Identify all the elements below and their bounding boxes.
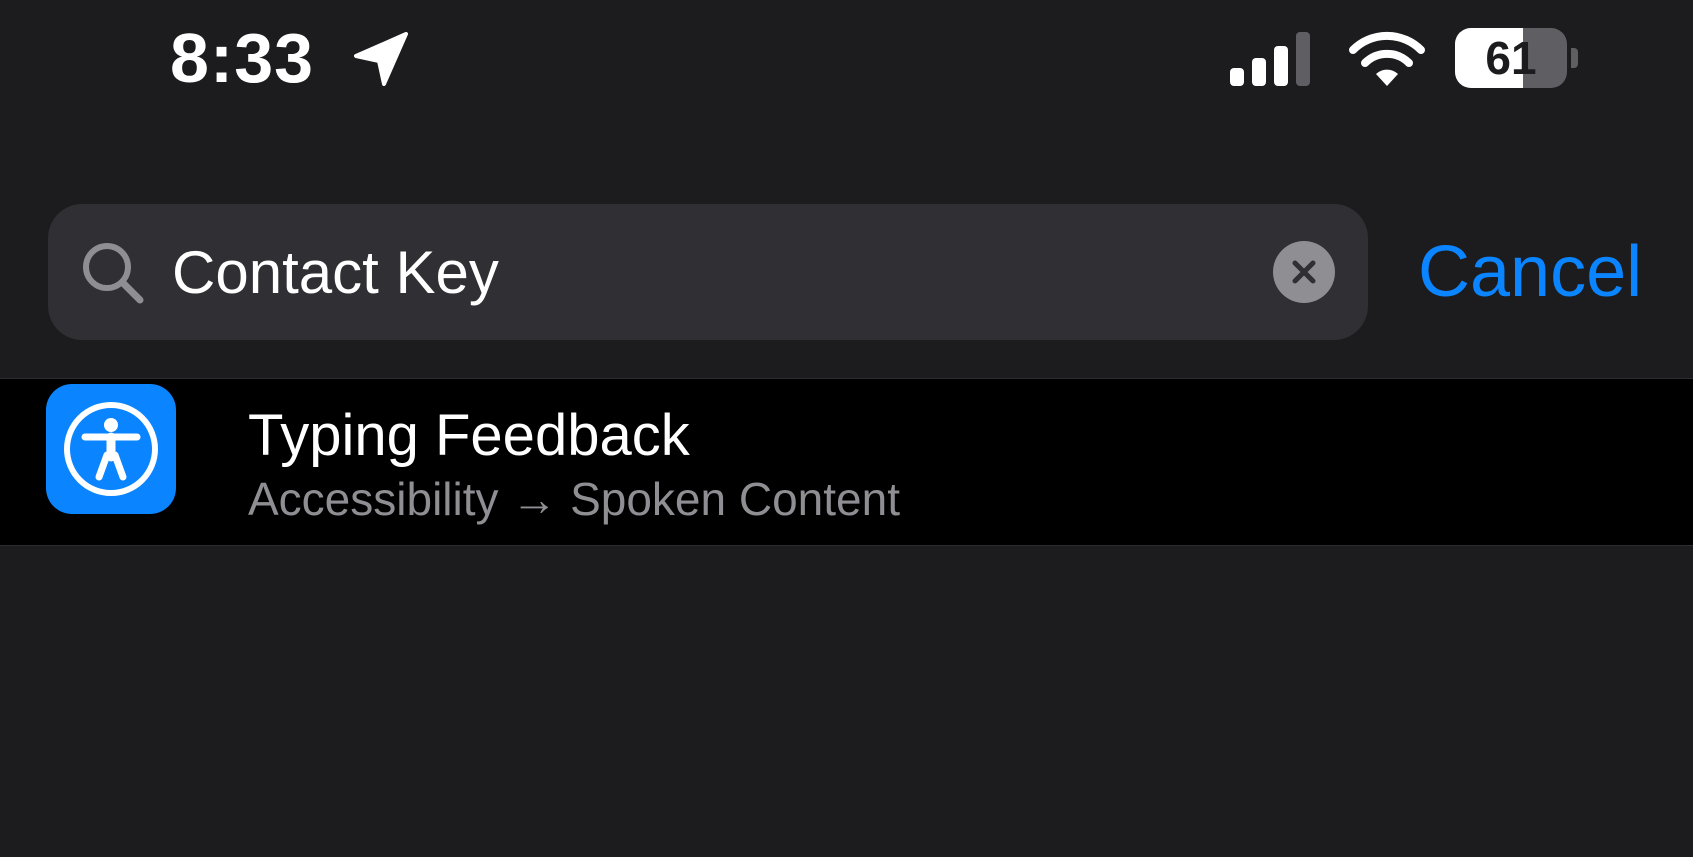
battery-cap [1571,48,1578,68]
clear-search-button[interactable] [1273,241,1335,303]
battery-body: 61 [1455,28,1567,88]
battery-icon: 61 [1455,28,1578,88]
result-breadcrumb: Accessibility → Spoken Content [248,473,900,525]
clear-icon [1292,260,1316,284]
cancel-button[interactable]: Cancel [1418,222,1642,322]
wifi-icon [1349,31,1425,86]
search-icon [83,243,144,304]
search-result-item[interactable]: Typing Feedback Accessibility → Spoken C… [0,378,1693,546]
location-arrow-icon [354,32,408,86]
accessibility-settings-icon [46,384,176,514]
battery-percent: 61 [1485,32,1537,84]
result-title: Typing Feedback [248,403,690,468]
status-time: 8:33 [170,19,315,97]
cellular-signal-icon [1230,32,1310,86]
search-bar[interactable] [48,204,1368,340]
settings-search-screen: 8:33 61 Cancel [0,0,1693,857]
accessibility-icon [64,402,158,496]
search-input[interactable] [172,222,1272,322]
